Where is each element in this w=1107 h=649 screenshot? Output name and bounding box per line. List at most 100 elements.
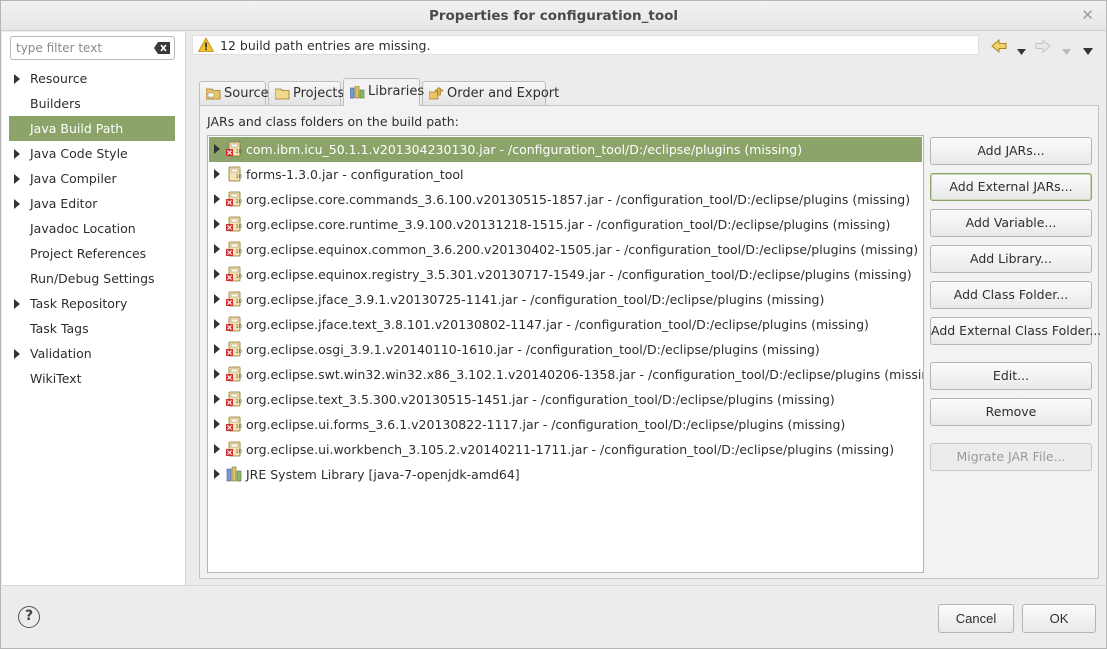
- remove-button[interactable]: Remove: [930, 398, 1092, 426]
- add-class-folder-button[interactable]: Add Class Folder...: [930, 281, 1092, 309]
- sidebar-item-label: Project References: [30, 246, 147, 261]
- jar-entry[interactable]: 10 org.eclipse.core.runtime_3.9.100.v2013…: [209, 212, 922, 237]
- entry-label: org.eclipse.core.commands_3.6.100.v20130…: [246, 192, 911, 207]
- entry-label: forms-1.3.0.jar - configuration_tool: [246, 167, 464, 182]
- back-arrow-icon[interactable]: [991, 38, 1007, 56]
- svg-text:10: 10: [236, 424, 242, 430]
- help-icon[interactable]: ?: [18, 606, 40, 628]
- expand-arrow-icon[interactable]: [214, 369, 220, 379]
- missing-jar-icon: 10: [226, 241, 243, 258]
- jar-entry[interactable]: 10 org.eclipse.text_3.5.300.v20130515-145…: [209, 387, 922, 412]
- libraries-icon: [350, 86, 365, 99]
- svg-text:10: 10: [236, 174, 242, 180]
- missing-jar-icon: 10: [226, 316, 243, 333]
- sidebar-item-wikitext[interactable]: WikiText: [9, 366, 175, 391]
- tab-source[interactable]: Source: [199, 81, 269, 105]
- entry-label: org.eclipse.swt.win32.win32.x86_3.102.1.…: [246, 367, 924, 382]
- expand-arrow-icon[interactable]: [214, 194, 220, 204]
- sidebar-item-label: Java Editor: [30, 196, 98, 211]
- expand-arrow-icon[interactable]: [14, 199, 20, 209]
- entry-label: org.eclipse.equinox.registry_3.5.301.v20…: [246, 267, 912, 282]
- jar-entry[interactable]: 10 org.eclipse.core.commands_3.6.100.v201…: [209, 187, 922, 212]
- forward-dropdown-icon[interactable]: [1062, 43, 1071, 58]
- clear-filter-icon[interactable]: [154, 42, 170, 54]
- tab-order-export-label: Order and Export: [447, 86, 560, 101]
- sidebar-item-run-debug-settings[interactable]: Run/Debug Settings: [9, 266, 175, 291]
- source-folder-icon: [206, 88, 221, 100]
- expand-arrow-icon[interactable]: [214, 269, 220, 279]
- svg-text:10: 10: [236, 199, 242, 205]
- sidebar-item-task-repository[interactable]: Task Repository: [9, 291, 175, 316]
- expand-arrow-icon[interactable]: [214, 294, 220, 304]
- add-variable-button[interactable]: Add Variable...: [930, 209, 1092, 237]
- sidebar-item-java-editor[interactable]: Java Editor: [9, 191, 175, 216]
- sidebar-item-resource[interactable]: Resource: [9, 66, 175, 91]
- missing-jar-icon: 10: [226, 341, 243, 358]
- edit-button[interactable]: Edit...: [930, 362, 1092, 390]
- jar-entry[interactable]: 10 org.eclipse.jface.text_3.8.101.v201308…: [209, 312, 922, 337]
- add-external-class-folder-button[interactable]: Add External Class Folder...: [930, 317, 1101, 345]
- jre-library-entry[interactable]: JRE System Library [java-7-openjdk-amd64…: [209, 462, 922, 487]
- sidebar-item-java-build-path[interactable]: Java Build Path: [9, 116, 175, 141]
- add-jars-button[interactable]: Add JARs...: [930, 137, 1092, 165]
- missing-jar-icon: 10: [226, 141, 243, 158]
- sidebar-item-label: Javadoc Location: [30, 221, 136, 236]
- jar-entry[interactable]: 10 com.ibm.icu_50.1.1.v201304230130.jar -…: [209, 137, 922, 162]
- expand-arrow-icon[interactable]: [214, 444, 220, 454]
- sidebar-item-builders[interactable]: Builders: [9, 91, 175, 116]
- sidebar-item-javadoc-location[interactable]: Javadoc Location: [9, 216, 175, 241]
- expand-arrow-icon[interactable]: [214, 419, 220, 429]
- filter-field[interactable]: [10, 36, 175, 60]
- jar-entry[interactable]: 10 org.eclipse.ui.workbench_3.105.2.v2014…: [209, 437, 922, 462]
- expand-arrow-icon[interactable]: [214, 219, 220, 229]
- libraries-tree[interactable]: 10 com.ibm.icu_50.1.1.v201304230130.jar -…: [207, 135, 924, 573]
- tab-projects[interactable]: Projects: [268, 81, 344, 105]
- jar-entry[interactable]: 10 org.eclipse.jface_3.9.1.v20130725-1141…: [209, 287, 922, 312]
- ok-button[interactable]: OK: [1022, 604, 1096, 633]
- sidebar-item-java-code-style[interactable]: Java Code Style: [9, 141, 175, 166]
- svg-text:10: 10: [236, 274, 242, 280]
- close-icon[interactable]: ✕: [1081, 1, 1094, 29]
- sidebar-item-validation[interactable]: Validation: [9, 341, 175, 366]
- sidebar-item-label: Builders: [30, 96, 81, 111]
- missing-jar-icon: 10: [226, 291, 243, 308]
- jar-icon: 10: [226, 166, 243, 183]
- filter-input[interactable]: [11, 37, 149, 59]
- jar-entry[interactable]: 10 org.eclipse.ui.forms_3.6.1.v20130822-1…: [209, 412, 922, 437]
- expand-arrow-icon[interactable]: [14, 149, 20, 159]
- back-dropdown-icon[interactable]: [1017, 43, 1026, 58]
- jar-entry[interactable]: 10 org.eclipse.osgi_3.9.1.v20140110-1610.…: [209, 337, 922, 362]
- cancel-button[interactable]: Cancel: [938, 604, 1014, 633]
- jar-entry[interactable]: 10 org.eclipse.equinox.registry_3.5.301.v…: [209, 262, 922, 287]
- expand-arrow-icon[interactable]: [214, 394, 220, 404]
- forward-arrow-icon[interactable]: [1035, 38, 1051, 56]
- expand-arrow-icon[interactable]: [214, 319, 220, 329]
- expand-arrow-icon[interactable]: [14, 349, 20, 359]
- jar-entry[interactable]: 10 org.eclipse.swt.win32.win32.x86_3.102.…: [209, 362, 924, 387]
- expand-arrow-icon[interactable]: [214, 469, 220, 479]
- expand-arrow-icon[interactable]: [14, 74, 20, 84]
- sidebar-item-java-compiler[interactable]: Java Compiler: [9, 166, 175, 191]
- preference-nav: Resource Builders Java Build Path Java Code…: [9, 66, 175, 391]
- view-menu-icon[interactable]: [1083, 43, 1093, 58]
- expand-arrow-icon[interactable]: [214, 144, 220, 154]
- sidebar-item-project-references[interactable]: Project References: [9, 241, 175, 266]
- add-external-jars-button[interactable]: Add External JARs...: [930, 173, 1092, 201]
- migrate-jar-button[interactable]: Migrate JAR File...: [930, 443, 1092, 471]
- tab-libraries[interactable]: Libraries: [343, 78, 424, 106]
- sidebar-item-task-tags[interactable]: Task Tags: [9, 316, 175, 341]
- expand-arrow-icon[interactable]: [14, 174, 20, 184]
- tab-source-label: Source: [224, 86, 269, 101]
- jar-entry[interactable]: 10 forms-1.3.0.jar - configuration_tool: [209, 162, 922, 187]
- jar-entry[interactable]: 10 org.eclipse.equinox.common_3.6.200.v20…: [209, 237, 922, 262]
- entry-label: org.eclipse.ui.forms_3.6.1.v20130822-111…: [246, 417, 846, 432]
- expand-arrow-icon[interactable]: [14, 299, 20, 309]
- tab-order-export[interactable]: Order and Export: [422, 81, 559, 105]
- entry-label: org.eclipse.osgi_3.9.1.v20140110-1610.ja…: [246, 342, 820, 357]
- expand-arrow-icon[interactable]: [214, 169, 220, 179]
- svg-text:10: 10: [236, 449, 242, 455]
- add-library-button[interactable]: Add Library...: [930, 245, 1092, 273]
- expand-arrow-icon[interactable]: [214, 244, 220, 254]
- svg-text:10: 10: [236, 349, 242, 355]
- expand-arrow-icon[interactable]: [214, 344, 220, 354]
